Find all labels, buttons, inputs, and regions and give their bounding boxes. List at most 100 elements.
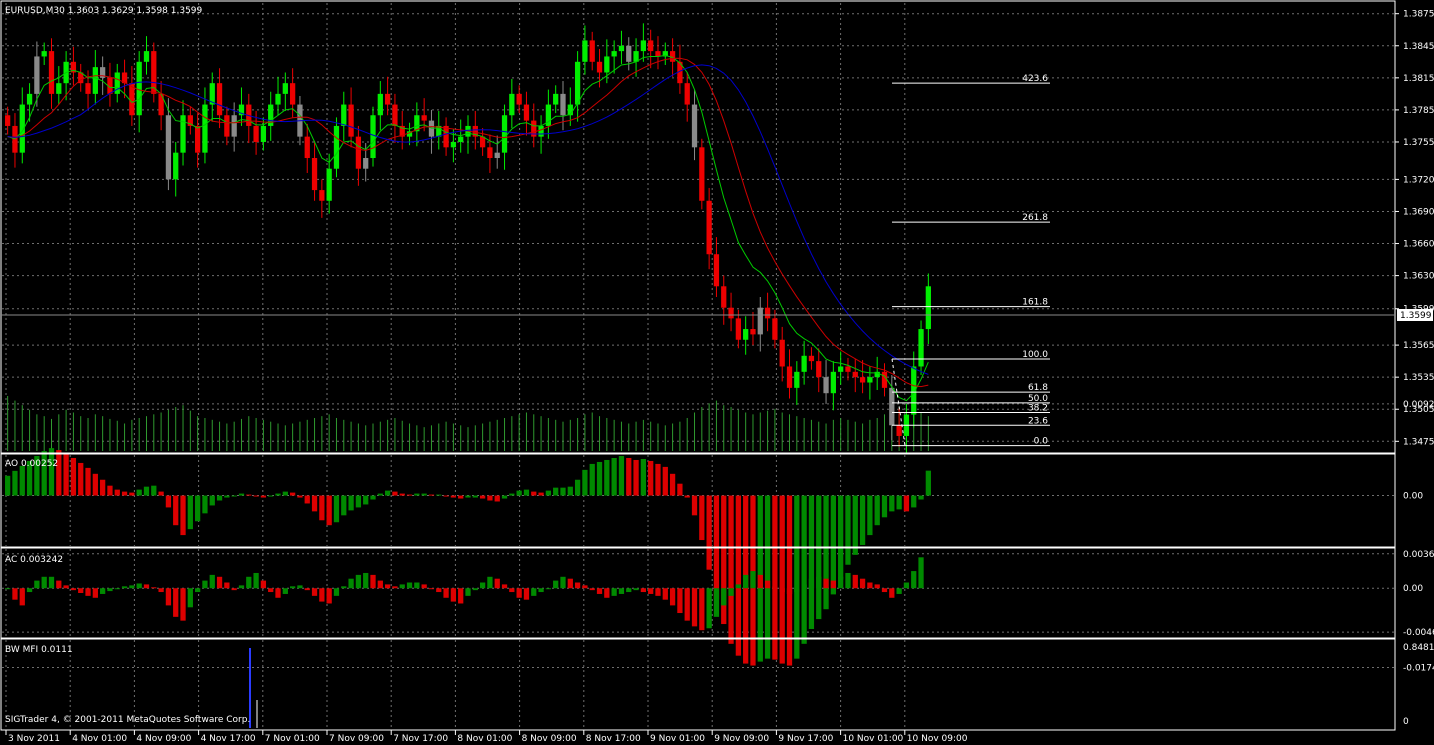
ao-bar (56, 450, 62, 496)
price-tick-label: 1.3815 (1403, 74, 1434, 84)
ac-bar (801, 584, 807, 589)
candle-body (180, 115, 186, 153)
ac-bar (78, 588, 84, 593)
trading-chart[interactable]: 423.6261.8161.8100.061.850.038.223.60.0 … (0, 0, 1434, 745)
ao-bar (881, 495, 888, 518)
fibo-level-label: 23.6 (1028, 416, 1048, 426)
ac-bar (428, 588, 435, 590)
candle-body (355, 136, 362, 169)
time-tick-label: 8 Nov 17:00 (586, 734, 641, 744)
fibo-level-label: 161.8 (1022, 298, 1048, 308)
current-price-label: 1.3599 (1400, 311, 1432, 321)
ao-bar (443, 495, 449, 497)
candle-body (516, 93, 522, 105)
ao-bar (604, 459, 610, 496)
ao-bar (618, 456, 625, 496)
ac-bar (209, 574, 215, 589)
ac-bar (268, 588, 274, 593)
ac-bar (443, 588, 449, 598)
ac-bar (516, 588, 522, 598)
ac-bar (881, 588, 888, 593)
ac-bar (911, 571, 917, 589)
candle-body (830, 371, 836, 394)
time-tick-label: 10 Nov 09:00 (907, 734, 968, 744)
main-chart-title: EURUSD,M30 1.3603 1.3629 1.3598 1.3599 (5, 6, 203, 16)
ao-bar (633, 459, 639, 496)
ac-bar (772, 586, 778, 589)
ac-axis-label: 0.003610 (1403, 550, 1434, 560)
ao-bar (246, 494, 252, 496)
price-tick-label: 1.3475 (1403, 437, 1434, 447)
candle-body (823, 377, 829, 394)
ao-bar (574, 479, 581, 496)
fibo-level-label: 0.0 (1034, 437, 1049, 447)
ac-bar (370, 574, 376, 589)
price-tick-label: 1.3660 (1403, 240, 1434, 250)
ac-bar (450, 588, 457, 602)
ao-bar (253, 495, 259, 497)
ac-bar (85, 588, 91, 596)
ac-bar (553, 580, 559, 589)
fibo-level-label: 38.2 (1028, 403, 1048, 413)
ao-bar (706, 495, 712, 570)
ac-bar (808, 578, 815, 589)
candle-body (691, 104, 698, 148)
ao-bar (545, 490, 552, 496)
ac-bar (26, 588, 33, 593)
ao-bar (297, 495, 303, 498)
candle-body (699, 147, 705, 201)
ao-bar (355, 495, 362, 508)
ao-bar (684, 495, 690, 498)
ac-bar (574, 582, 581, 589)
ao-bar (801, 495, 807, 644)
ao-bar (735, 495, 741, 656)
fibo-level-label: 61.8 (1028, 383, 1048, 393)
fibo-level-label: 261.8 (1022, 213, 1048, 223)
time-tick-label: 8 Nov 01:00 (457, 734, 512, 744)
ao-bar (611, 458, 617, 496)
ao-bar (838, 495, 844, 580)
candle-body (786, 366, 793, 388)
ao-bar (180, 495, 186, 536)
ac-bar (121, 586, 128, 589)
ao-title: AO 0.00252 (5, 459, 58, 469)
ao-bar (494, 495, 500, 502)
ao-axis-label: -0.0174 (1403, 664, 1434, 674)
bwmfi-axis-label: 0 (1403, 717, 1409, 727)
ac-bar (348, 578, 354, 589)
candle-body (136, 61, 142, 116)
candle-body (450, 141, 457, 148)
ac-bar (684, 588, 690, 621)
ao-bar (655, 463, 661, 496)
ao-bar (158, 491, 164, 496)
ac-bar (92, 588, 98, 598)
ac-bar (436, 588, 442, 593)
ac-bar (392, 586, 398, 589)
ac-bar (589, 588, 595, 591)
candle-body (896, 425, 902, 436)
candle-body (889, 387, 895, 426)
ao-bar (874, 495, 880, 526)
candle-body (173, 152, 179, 180)
ac-bar (816, 576, 822, 589)
candle-body (275, 93, 281, 105)
ac-bar (377, 580, 383, 589)
ac-bar (282, 588, 288, 594)
candle-body (370, 115, 376, 159)
ac-bar (567, 578, 573, 589)
ao-bar (114, 489, 120, 496)
copyright-text: SIGTrader 4, © 2001-2011 MetaQuotes Soft… (5, 715, 250, 725)
time-tick-label: 9 Nov 17:00 (778, 734, 833, 744)
ao-bar (143, 486, 150, 496)
ac-bar (421, 584, 427, 589)
ao-bar (516, 490, 522, 496)
ac-bar (165, 588, 172, 606)
ac-bar (12, 588, 18, 600)
ao-bar (282, 491, 288, 496)
ao-bar (414, 493, 420, 496)
ao-bar (538, 492, 544, 496)
ao-bar (626, 458, 632, 496)
candle-body (143, 51, 150, 62)
ac-bar (479, 582, 486, 589)
time-tick-label: 9 Nov 01:00 (650, 734, 705, 744)
